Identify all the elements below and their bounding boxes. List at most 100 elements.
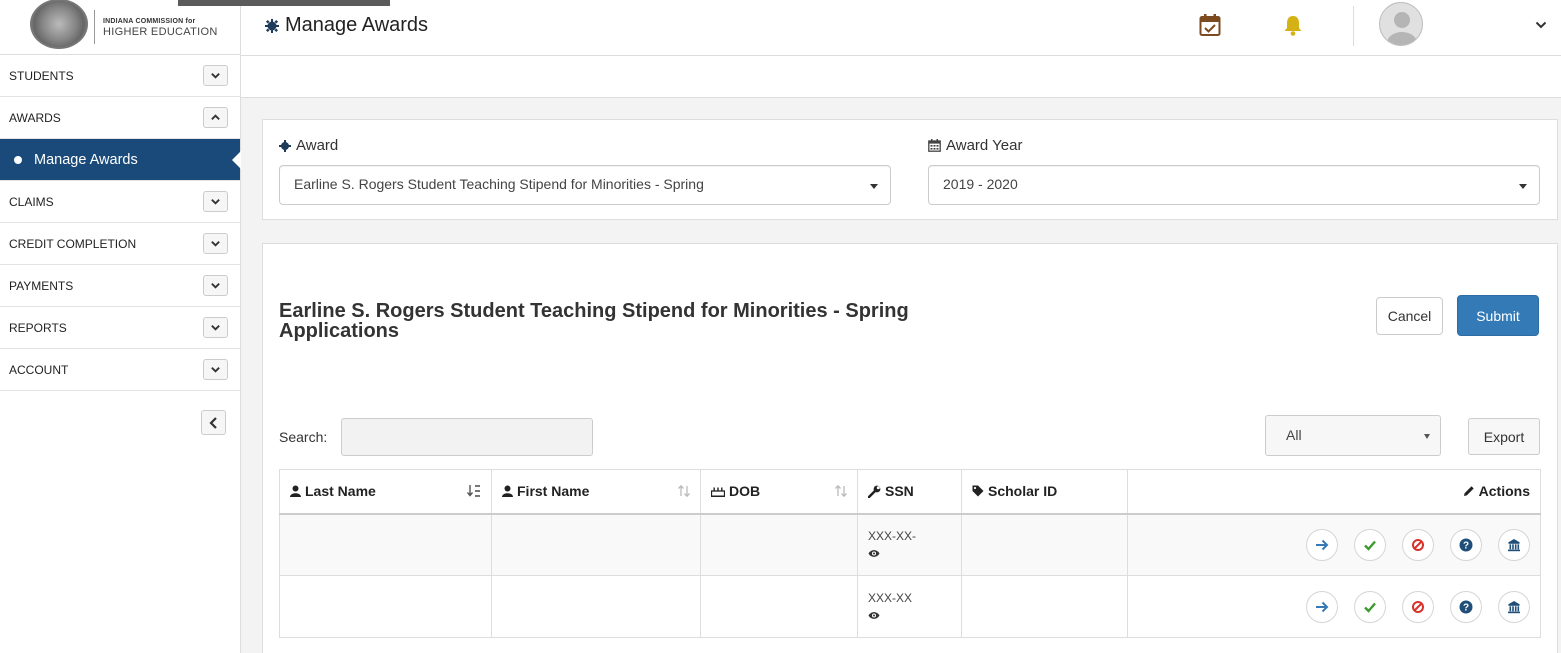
sidebar-item-credit-completion[interactable]: CREDIT COMPLETION bbox=[0, 223, 240, 265]
avatar[interactable] bbox=[1379, 2, 1423, 46]
check-icon bbox=[1364, 602, 1377, 613]
arrow-right-icon bbox=[1316, 539, 1329, 550]
sidebar-item-label: REPORTS bbox=[9, 320, 67, 335]
applications-table: Last Name First Name DOB SSN Scholar ID … bbox=[279, 469, 1541, 638]
help-button[interactable]: ? bbox=[1450, 590, 1483, 623]
help-button[interactable]: ? bbox=[1450, 528, 1483, 561]
applications-panel: Earline S. Rogers Student Teaching Stipe… bbox=[262, 243, 1558, 653]
birthday-cake-icon bbox=[711, 487, 725, 498]
sidebar-item-label: ACCOUNT bbox=[9, 362, 69, 377]
deny-button[interactable] bbox=[1402, 528, 1435, 561]
cell-dob bbox=[700, 513, 858, 576]
eye-icon[interactable] bbox=[868, 549, 880, 558]
award-year-select[interactable]: 2019 - 2020 bbox=[928, 165, 1540, 205]
sidebar-item-payments[interactable]: PAYMENTS bbox=[0, 265, 240, 307]
chevron-down-icon[interactable] bbox=[203, 233, 228, 254]
chevron-down-icon[interactable] bbox=[203, 191, 228, 212]
column-header-scholar-id: Scholar ID bbox=[961, 469, 1128, 515]
bell-icon[interactable] bbox=[1283, 14, 1303, 36]
award-label: Award bbox=[279, 137, 338, 154]
cell-actions: ? bbox=[1127, 513, 1541, 576]
user-icon bbox=[502, 485, 513, 498]
sidebar-item-label: CREDIT COMPLETION bbox=[9, 236, 137, 251]
chevron-up-icon[interactable] bbox=[203, 107, 228, 128]
column-header-dob[interactable]: DOB bbox=[700, 469, 858, 515]
submit-button[interactable]: Submit bbox=[1457, 295, 1539, 336]
ssn-masked: XXX-XX bbox=[868, 590, 913, 605]
chevron-left-icon bbox=[208, 416, 217, 429]
cell-scholar-id bbox=[961, 513, 1128, 576]
cell-ssn: XXX-XX bbox=[857, 575, 962, 638]
export-button[interactable]: Export bbox=[1468, 418, 1540, 455]
cell-ssn: XXX-XX- bbox=[857, 513, 962, 576]
sidebar-item-reports[interactable]: REPORTS bbox=[0, 307, 240, 349]
column-header-first-name[interactable]: First Name bbox=[491, 469, 701, 515]
sidebar: INDIANA COMMISSION for HIGHER EDUCATION … bbox=[0, 0, 241, 653]
eye-icon[interactable] bbox=[868, 611, 880, 620]
award-year-label: Award Year bbox=[928, 137, 1022, 154]
table-row[interactable]: XXX-XX ? bbox=[279, 575, 1541, 638]
state-seal-logo bbox=[30, 0, 88, 49]
tag-icon bbox=[972, 485, 984, 497]
chevron-down-icon[interactable] bbox=[203, 65, 228, 86]
wrench-icon bbox=[868, 485, 881, 498]
cancel-button[interactable]: Cancel bbox=[1376, 297, 1443, 335]
svg-text:?: ? bbox=[1463, 602, 1469, 613]
arrow-right-button[interactable] bbox=[1306, 528, 1339, 561]
column-header-actions: Actions bbox=[1127, 469, 1541, 515]
top-header: Manage Awards bbox=[241, 0, 1561, 56]
tooltip bbox=[178, 0, 390, 6]
arrow-right-icon bbox=[1316, 601, 1329, 612]
approve-button[interactable] bbox=[1354, 528, 1387, 561]
sidebar-item-account[interactable]: ACCOUNT bbox=[0, 349, 240, 391]
question-circle-icon: ? bbox=[1459, 538, 1473, 552]
calendar-check-icon[interactable] bbox=[1199, 13, 1221, 37]
logo[interactable]: INDIANA COMMISSION for HIGHER EDUCATION bbox=[0, 0, 240, 55]
institution-button[interactable] bbox=[1498, 590, 1530, 623]
cell-actions: ? bbox=[1127, 575, 1541, 638]
sidebar-item-label: AWARDS bbox=[9, 110, 61, 125]
sidebar-item-students[interactable]: STUDENTS bbox=[0, 55, 240, 97]
page-title: Manage Awards bbox=[265, 14, 428, 37]
cell-scholar-id bbox=[961, 575, 1128, 638]
sub-header-bar bbox=[241, 56, 1561, 98]
question-circle-icon: ? bbox=[1459, 600, 1473, 613]
approve-button[interactable] bbox=[1354, 590, 1387, 623]
ssn-masked: XXX-XX- bbox=[868, 528, 917, 543]
chevron-down-icon[interactable] bbox=[203, 317, 228, 338]
sort-icon[interactable] bbox=[678, 485, 690, 497]
award-select[interactable]: Earline S. Rogers Student Teaching Stipe… bbox=[279, 165, 891, 205]
institution-icon bbox=[1508, 600, 1520, 613]
search-label: Search: bbox=[279, 429, 328, 445]
sidebar-item-claims[interactable]: CLAIMS bbox=[0, 181, 240, 223]
bullet-icon bbox=[14, 155, 22, 164]
sidebar-item-manage-awards[interactable]: Manage Awards bbox=[0, 139, 241, 181]
chevron-down-icon[interactable] bbox=[1535, 20, 1547, 30]
chevron-down-icon[interactable] bbox=[203, 359, 228, 380]
arrow-right-button[interactable] bbox=[1306, 590, 1339, 623]
sort-alpha-icon[interactable] bbox=[467, 485, 481, 497]
search-input[interactable] bbox=[341, 418, 593, 456]
sidebar-collapse-button[interactable] bbox=[201, 410, 226, 435]
deny-button[interactable] bbox=[1402, 590, 1435, 623]
institution-button[interactable] bbox=[1498, 528, 1530, 561]
award-filter-panel: Award Earline S. Rogers Student Teaching… bbox=[262, 119, 1558, 220]
calendar-icon bbox=[928, 139, 941, 152]
caret-down-icon bbox=[1519, 184, 1527, 189]
cell-dob bbox=[700, 575, 858, 638]
sidebar-item-awards[interactable]: AWARDS bbox=[0, 97, 240, 139]
page-title-text: Manage Awards bbox=[285, 14, 429, 36]
chevron-down-icon[interactable] bbox=[203, 275, 228, 296]
cell-last-name bbox=[279, 513, 492, 576]
institution-icon bbox=[1508, 538, 1520, 551]
user-avatar-icon bbox=[1387, 12, 1417, 45]
status-filter-select[interactable]: All bbox=[1265, 415, 1441, 456]
sort-icon[interactable] bbox=[835, 485, 847, 497]
cell-first-name bbox=[491, 575, 701, 638]
check-icon bbox=[1364, 540, 1377, 551]
table-row[interactable]: XXX-XX- ? bbox=[279, 513, 1541, 576]
svg-text:?: ? bbox=[1463, 540, 1469, 551]
column-header-last-name[interactable]: Last Name bbox=[279, 469, 492, 515]
table-header-row: Last Name First Name DOB SSN Scholar ID … bbox=[279, 469, 1541, 515]
cell-first-name bbox=[491, 513, 701, 576]
